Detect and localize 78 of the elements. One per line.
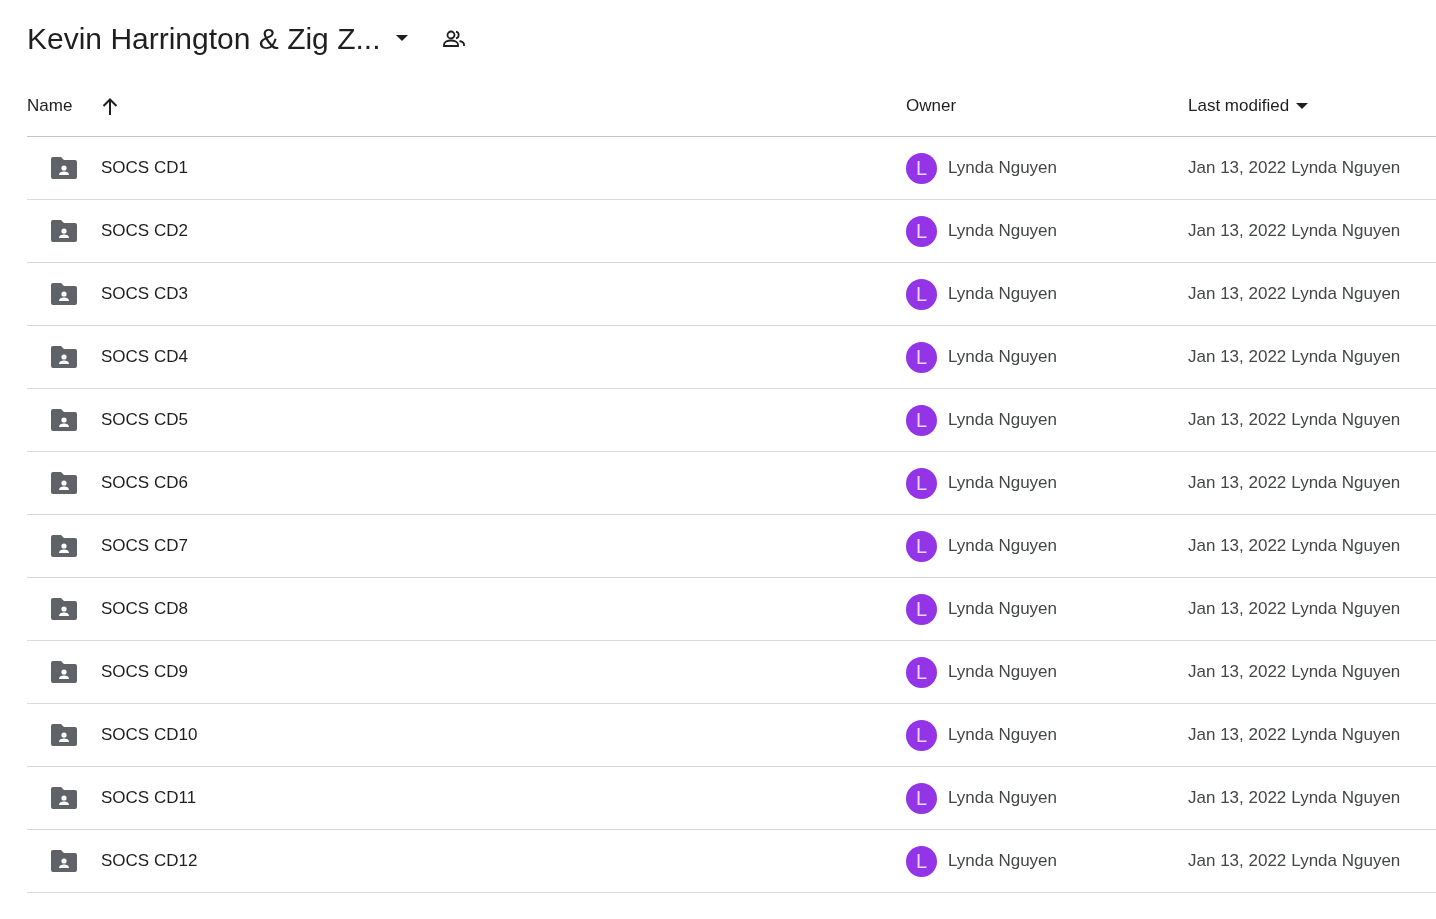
folder-name[interactable]: SOCS CD6 (101, 470, 188, 496)
owner-name: Lynda Nguyen (948, 409, 1057, 432)
modified-by: Lynda Nguyen (1291, 409, 1401, 432)
owner-name: Lynda Nguyen (948, 220, 1057, 243)
owner-avatar: L (906, 152, 937, 184)
folder-name[interactable]: SOCS CD11 (101, 785, 197, 811)
modified-date: Jan 13, 2022 (1188, 220, 1287, 243)
folder-name[interactable]: SOCS CD1 (101, 155, 188, 181)
owner-avatar: L (906, 467, 937, 499)
sort-up-arrow-icon[interactable] (102, 97, 119, 115)
shared-folder-icon (51, 220, 77, 242)
shared-folder-icon (51, 724, 77, 746)
shared-folder-icon (51, 535, 77, 557)
shared-folder-icon (51, 346, 77, 368)
owner-avatar: L (906, 278, 937, 310)
owner-name: Lynda Nguyen (948, 157, 1057, 180)
modified-by: Lynda Nguyen (1291, 157, 1401, 180)
shared-folder-icon (51, 598, 77, 620)
folder-title: Kevin Harrington & Zig Z... (27, 21, 381, 57)
folder-name[interactable]: SOCS CD5 (101, 407, 188, 433)
owner-name: Lynda Nguyen (948, 787, 1057, 810)
owner-avatar: L (906, 593, 937, 625)
owner-avatar: L (906, 719, 937, 751)
shared-folder-icon (51, 409, 77, 431)
owner-avatar: L (906, 656, 937, 688)
owner-name: Lynda Nguyen (948, 283, 1057, 306)
owner-name: Lynda Nguyen (948, 346, 1057, 369)
modified-date: Jan 13, 2022 (1188, 850, 1287, 873)
folder-name[interactable]: SOCS CD4 (101, 344, 188, 370)
folder-name[interactable]: SOCS CD9 (101, 659, 188, 685)
folder-name[interactable]: SOCS CD10 (101, 722, 198, 748)
owner-name: Lynda Nguyen (948, 724, 1057, 747)
modified-by: Lynda Nguyen (1291, 598, 1401, 621)
shared-folder-icon (51, 661, 77, 683)
modified-by: Lynda Nguyen (1291, 472, 1401, 495)
modified-by: Lynda Nguyen (1291, 850, 1401, 873)
shared-folder-icon (51, 850, 77, 872)
owner-name: Lynda Nguyen (948, 850, 1057, 873)
owner-avatar: L (906, 782, 937, 814)
folder-name[interactable]: SOCS CD7 (101, 533, 188, 559)
owner-name: Lynda Nguyen (948, 661, 1057, 684)
modified-date: Jan 13, 2022 (1188, 598, 1287, 621)
owner-column-header[interactable]: Owner (906, 96, 957, 116)
modified-by: Lynda Nguyen (1291, 787, 1401, 810)
modified-date: Jan 13, 2022 (1188, 157, 1287, 180)
caret-icon[interactable] (1296, 102, 1309, 110)
owner-avatar: L (906, 845, 937, 877)
modified-date: Jan 13, 2022 (1188, 472, 1287, 495)
owner-avatar: L (906, 341, 937, 373)
modified-date: Jan 13, 2022 (1188, 661, 1287, 684)
owner-avatar: L (906, 530, 937, 562)
owner-name: Lynda Nguyen (948, 598, 1057, 621)
modified-by: Lynda Nguyen (1291, 220, 1401, 243)
folder-name[interactable]: SOCS CD3 (101, 281, 188, 307)
last-modified-column-header[interactable]: Last modified (1188, 93, 1290, 119)
modified-date: Jan 13, 2022 (1188, 346, 1287, 369)
modified-date: Jan 13, 2022 (1188, 787, 1287, 810)
shared-folder-icon (51, 283, 77, 305)
modified-by: Lynda Nguyen (1291, 661, 1401, 684)
modified-date: Jan 13, 2022 (1188, 535, 1287, 558)
modified-by: Lynda Nguyen (1291, 535, 1401, 558)
shared-folder-icon (51, 472, 77, 494)
modified-by: Lynda Nguyen (1291, 283, 1401, 306)
modified-date: Jan 13, 2022 (1188, 724, 1287, 747)
folder-name[interactable]: SOCS CD12 (101, 848, 198, 874)
modified-date: Jan 13, 2022 (1188, 283, 1287, 306)
shared-folder-icon (51, 787, 77, 809)
owner-avatar: L (906, 404, 937, 436)
folder-name[interactable]: SOCS CD2 (101, 218, 188, 244)
shared-folder-icon (51, 157, 77, 179)
name-column-header[interactable]: Name (27, 93, 73, 119)
modified-by: Lynda Nguyen (1291, 724, 1401, 747)
owner-name: Lynda Nguyen (948, 472, 1057, 495)
owner-avatar: L (906, 215, 937, 247)
folder-name[interactable]: SOCS CD8 (101, 596, 188, 622)
modified-by: Lynda Nguyen (1291, 346, 1401, 369)
owner-name: Lynda Nguyen (948, 535, 1057, 558)
modified-date: Jan 13, 2022 (1188, 409, 1287, 432)
